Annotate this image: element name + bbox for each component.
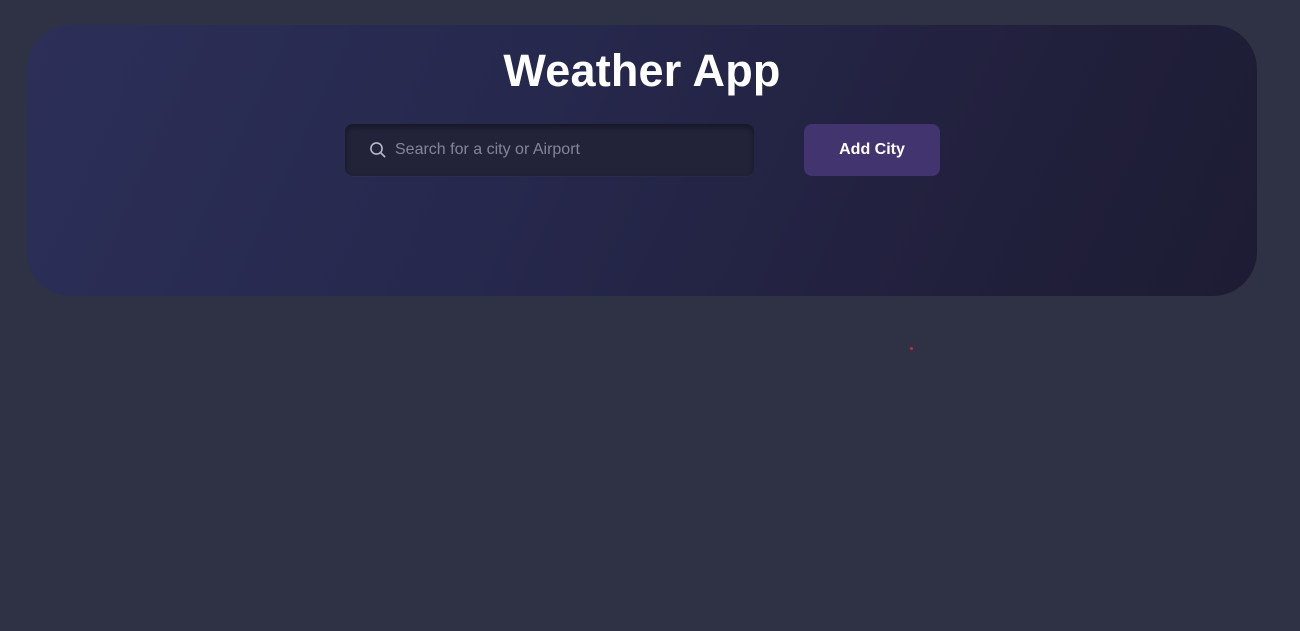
- add-city-button[interactable]: Add City: [804, 124, 940, 176]
- search-input[interactable]: [395, 124, 740, 176]
- search-box[interactable]: [345, 124, 754, 176]
- search-icon: [370, 142, 386, 158]
- app-page: Weather App Add City: [0, 0, 1300, 631]
- app-title: Weather App: [503, 45, 781, 96]
- cursor-dot: [910, 347, 913, 350]
- header-card: Weather App Add City: [27, 25, 1257, 296]
